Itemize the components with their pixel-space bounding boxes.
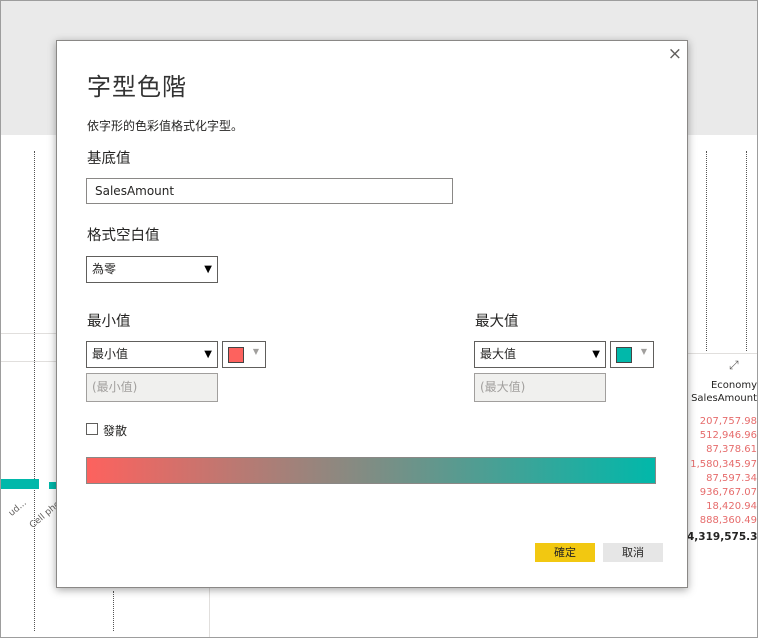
chart-bar[interactable] (49, 482, 56, 489)
table-cell: 888,360.49 (699, 515, 757, 527)
diverging-label: 發散 (103, 424, 128, 438)
visual-border (1, 333, 56, 334)
min-type-select[interactable]: 最小值 ▼ (86, 341, 218, 368)
axis-label: ud... (7, 498, 29, 519)
table-header: Economy (710, 380, 757, 391)
max-label: 最大值 (475, 314, 519, 330)
table-header: SalesAmount (691, 393, 757, 404)
blank-format-label: 格式空白值 (87, 228, 160, 244)
ok-button[interactable]: 確定 (535, 543, 595, 562)
table-cell: 207,757.98 (699, 416, 757, 427)
font-color-scale-dialog: × 字型色階 依字形的色彩值格式化字型。 基底值 格式空白值 為零 ▼ 最小值 … (56, 40, 688, 588)
max-type-value: 最大值 (480, 347, 517, 361)
grid-dots (746, 151, 747, 351)
dropdown-arrow-icon: ▼ (204, 264, 212, 275)
dialog-description: 依字形的色彩值格式化字型。 (87, 119, 244, 133)
dropdown-arrow-icon: ▼ (252, 347, 259, 356)
focus-mode-icon[interactable]: ⤢ (729, 358, 739, 372)
max-color-swatch (616, 347, 632, 363)
grid-dots (113, 591, 114, 631)
diverging-checkbox[interactable] (86, 423, 98, 435)
dropdown-arrow-icon: ▼ (592, 349, 600, 360)
min-color-swatch (228, 347, 244, 363)
base-value-label: 基底值 (87, 151, 131, 167)
table-cell: 18,420.94 (706, 501, 757, 513)
background-table: Economy SalesAmount 207,757.98 512,946.9… (687, 379, 757, 543)
dropdown-arrow-icon: ▼ (640, 347, 647, 356)
table-cell: 936,767.07 (699, 487, 757, 499)
table-cell: 1,580,345.97 (690, 458, 757, 470)
grid-dots (34, 151, 35, 631)
blank-format-select[interactable]: 為零 ▼ (86, 256, 218, 283)
chart-bar[interactable] (1, 479, 39, 489)
min-value-input: (最小值) (86, 373, 218, 402)
dialog-title: 字型色階 (87, 73, 187, 101)
table-cell: 87,597.34 (706, 472, 757, 484)
visual-border (687, 353, 757, 354)
report-canvas: ud... Cell phon ⤢ Economy SalesAmount 20… (0, 0, 758, 638)
close-icon[interactable]: × (668, 44, 682, 64)
color-gradient-preview (86, 457, 656, 484)
max-value-input: (最大值) (474, 373, 606, 402)
visual-border (209, 587, 210, 637)
base-value-field[interactable] (86, 178, 453, 204)
table-total: 4,319,575.36 (687, 530, 758, 543)
max-color-picker[interactable]: ▼ (610, 341, 654, 368)
table-cell: 87,378.61 (706, 444, 757, 456)
visual-header-icons[interactable]: ⤢ (729, 358, 739, 373)
table-cell: 512,946.96 (699, 430, 757, 442)
grid-dots (706, 151, 707, 351)
min-color-picker[interactable]: ▼ (222, 341, 266, 368)
min-type-value: 最小值 (92, 347, 129, 361)
dropdown-arrow-icon: ▼ (204, 349, 212, 360)
cancel-button[interactable]: 取消 (603, 543, 663, 562)
max-type-select[interactable]: 最大值 ▼ (474, 341, 606, 368)
blank-format-value: 為零 (92, 262, 117, 276)
min-label: 最小值 (87, 314, 131, 330)
visual-border (1, 361, 56, 362)
